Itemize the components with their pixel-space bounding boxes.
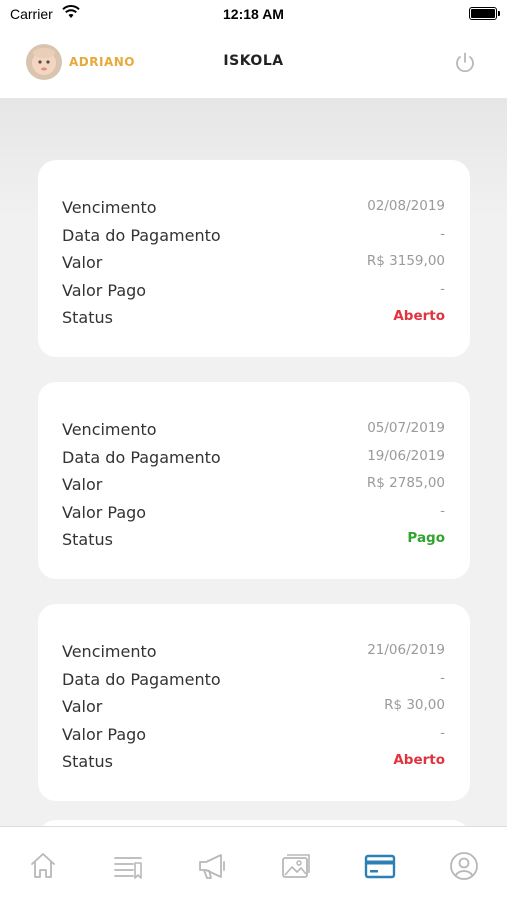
due-label: Vencimento (62, 420, 157, 439)
amount-value: R$ 2785,00 (366, 475, 445, 491)
due-value: 21/06/2019 (367, 642, 445, 658)
payment-date-row: Data do Pagamento 19/06/2019 (62, 446, 445, 474)
status-label: Status (62, 308, 113, 327)
amount-label: Valor (62, 253, 103, 272)
payment-date-label: Data do Pagamento (62, 669, 221, 689)
status-bar: Carrier 12:18 AM (0, 0, 507, 28)
amount-paid-value: - (440, 502, 445, 519)
battery-icon (469, 7, 500, 20)
status-badge: Aberto (393, 752, 445, 768)
power-icon[interactable] (453, 51, 477, 75)
amount-value: R$ 3159,00 (366, 253, 445, 269)
due-value: 02/08/2019 (367, 198, 445, 214)
amount-paid-value: - (440, 724, 445, 741)
tab-bar (0, 826, 507, 900)
megaphone-icon[interactable] (195, 849, 229, 883)
payment-date-row: Data do Pagamento - (62, 224, 445, 252)
gallery-icon[interactable] (279, 849, 313, 883)
payment-date-label: Data do Pagamento (62, 447, 221, 467)
due-label: Vencimento (62, 198, 157, 217)
amount-label: Valor (62, 697, 103, 716)
amount-paid-row: Valor Pago - (62, 501, 445, 529)
status-badge: Pago (407, 530, 445, 546)
status-label: Status (62, 752, 113, 771)
list-icon[interactable] (111, 849, 145, 883)
amount-row: Valor R$ 30,00 (62, 695, 445, 723)
header: ADRIANO ISKOLA (0, 28, 507, 98)
status-label: Status (62, 530, 113, 549)
invoice-card[interactable]: Vencimento 05/07/2019 Data do Pagamento … (38, 382, 470, 579)
amount-paid-row: Valor Pago - (62, 279, 445, 307)
payment-date-value: - (440, 225, 445, 242)
due-row: Vencimento 05/07/2019 (62, 418, 445, 446)
due-label: Vencimento (62, 642, 157, 661)
home-icon[interactable] (26, 849, 60, 883)
amount-label: Valor (62, 475, 103, 494)
status-badge: Aberto (393, 308, 445, 324)
amount-row: Valor R$ 3159,00 (62, 251, 445, 279)
payment-date-row: Data do Pagamento - (62, 668, 445, 696)
payment-date-label: Data do Pagamento (62, 225, 221, 245)
status-row: Status Pago (62, 528, 445, 556)
credit-card-icon[interactable] (363, 849, 397, 883)
amount-paid-label: Valor Pago (62, 724, 147, 744)
payment-date-value: - (440, 669, 445, 686)
amount-paid-row: Valor Pago - (62, 723, 445, 751)
invoice-card[interactable]: Vencimento 02/08/2019 Data do Pagamento … (38, 160, 470, 357)
page-title: ISKOLA (223, 53, 284, 69)
payment-date-value: 19/06/2019 (367, 447, 445, 464)
due-value: 05/07/2019 (367, 420, 445, 436)
amount-paid-label: Valor Pago (62, 502, 147, 522)
amount-paid-value: - (440, 280, 445, 297)
due-row: Vencimento 02/08/2019 (62, 196, 445, 224)
amount-row: Valor R$ 2785,00 (62, 473, 445, 501)
amount-value: R$ 30,00 (384, 697, 445, 713)
status-row: Status Aberto (62, 306, 445, 334)
amount-paid-label: Valor Pago (62, 280, 147, 300)
invoice-list[interactable]: Vencimento 02/08/2019 Data do Pagamento … (0, 98, 507, 826)
status-row: Status Aberto (62, 750, 445, 778)
due-row: Vencimento 21/06/2019 (62, 640, 445, 668)
clock: 12:18 AM (223, 6, 284, 22)
profile-icon[interactable] (447, 849, 481, 883)
invoice-card[interactable]: Vencimento 21/06/2019 Data do Pagamento … (38, 604, 470, 801)
